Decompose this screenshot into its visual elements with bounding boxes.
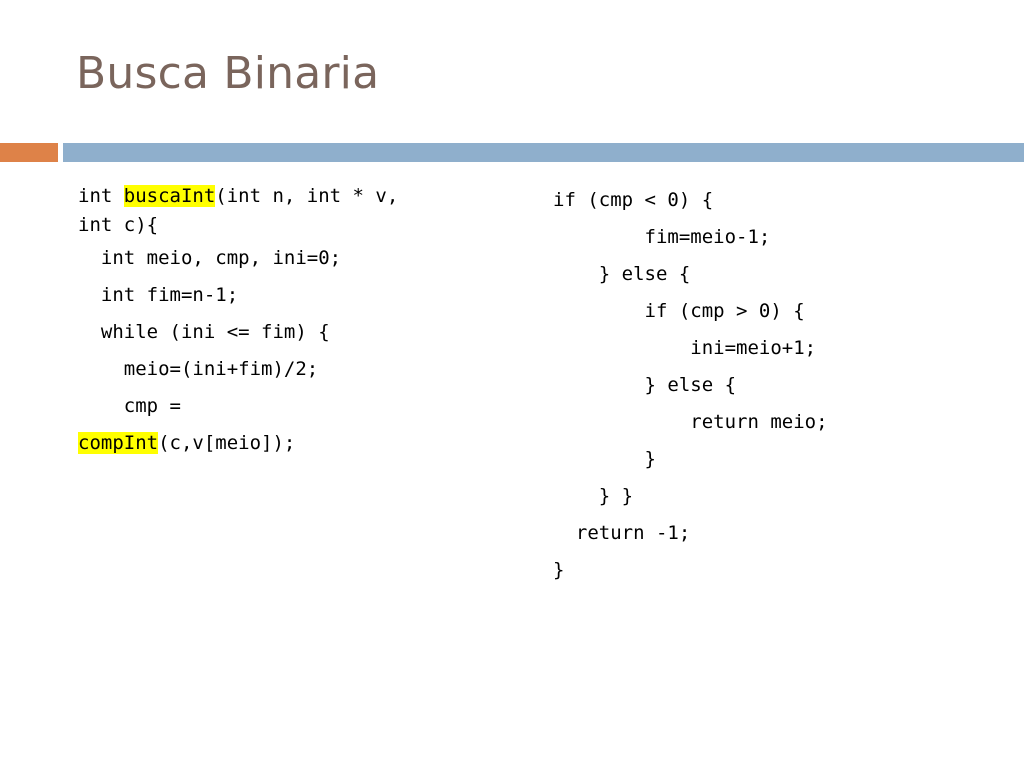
code-text: return -1;: [575, 522, 691, 544]
code-line: fim=meio-1;: [553, 219, 828, 256]
code-line: int fim=n-1;: [78, 277, 398, 314]
code-line: compInt(c,v[meio]);: [78, 425, 398, 462]
code-line: return meio;: [553, 404, 828, 441]
code-text: } }: [598, 485, 634, 507]
code-line: int buscaInt(int n, int * v,: [78, 182, 398, 211]
accent-bar: [63, 143, 1024, 162]
code-text: int meio, cmp, ini=0;: [100, 247, 342, 269]
code-text: int c){: [78, 214, 159, 236]
code-text: if (cmp < 0) {: [553, 189, 714, 211]
code-highlight: compInt: [78, 432, 159, 454]
slide: Busca Binaria int buscaInt(int n, int * …: [0, 0, 1024, 768]
code-line: }: [553, 552, 828, 589]
title-divider: [0, 143, 1024, 162]
page-title: Busca Binaria: [76, 48, 380, 99]
code-line: cmp =: [78, 388, 398, 425]
code-text: (c,v[meio]);: [158, 432, 296, 454]
code-block-left: int buscaInt(int n, int * v, int c){ int …: [78, 182, 398, 462]
code-line: } else {: [553, 256, 828, 293]
code-text: int: [78, 185, 124, 207]
code-text: ini=meio+1;: [690, 337, 817, 359]
code-line: } }: [553, 478, 828, 515]
code-text: } else {: [644, 374, 737, 396]
code-line: int meio, cmp, ini=0;: [78, 240, 398, 277]
code-text: return meio;: [690, 411, 828, 433]
code-text: }: [553, 559, 565, 581]
code-highlight: buscaInt: [123, 185, 216, 207]
code-line: } else {: [553, 367, 828, 404]
code-line: if (cmp < 0) {: [553, 182, 828, 219]
code-text: } else {: [598, 263, 691, 285]
code-text: fim=meio-1;: [644, 226, 771, 248]
code-text: while (ini <= fim) {: [100, 321, 330, 343]
code-line: while (ini <= fim) {: [78, 314, 398, 351]
code-text: int fim=n-1;: [100, 284, 239, 306]
code-text: cmp =: [123, 395, 181, 417]
code-text: (int n, int * v,: [215, 185, 399, 207]
code-text: if (cmp > 0) {: [644, 300, 805, 322]
code-line: }: [553, 441, 828, 478]
accent-square: [0, 143, 58, 162]
code-block-right: if (cmp < 0) { fim=meio-1; } else { if (…: [553, 182, 828, 589]
code-line: int c){: [78, 211, 398, 240]
code-text: meio=(ini+fim)/2;: [123, 358, 319, 380]
code-text: }: [644, 448, 656, 470]
code-line: return -1;: [553, 515, 828, 552]
code-line: if (cmp > 0) {: [553, 293, 828, 330]
code-line: meio=(ini+fim)/2;: [78, 351, 398, 388]
code-line: ini=meio+1;: [553, 330, 828, 367]
